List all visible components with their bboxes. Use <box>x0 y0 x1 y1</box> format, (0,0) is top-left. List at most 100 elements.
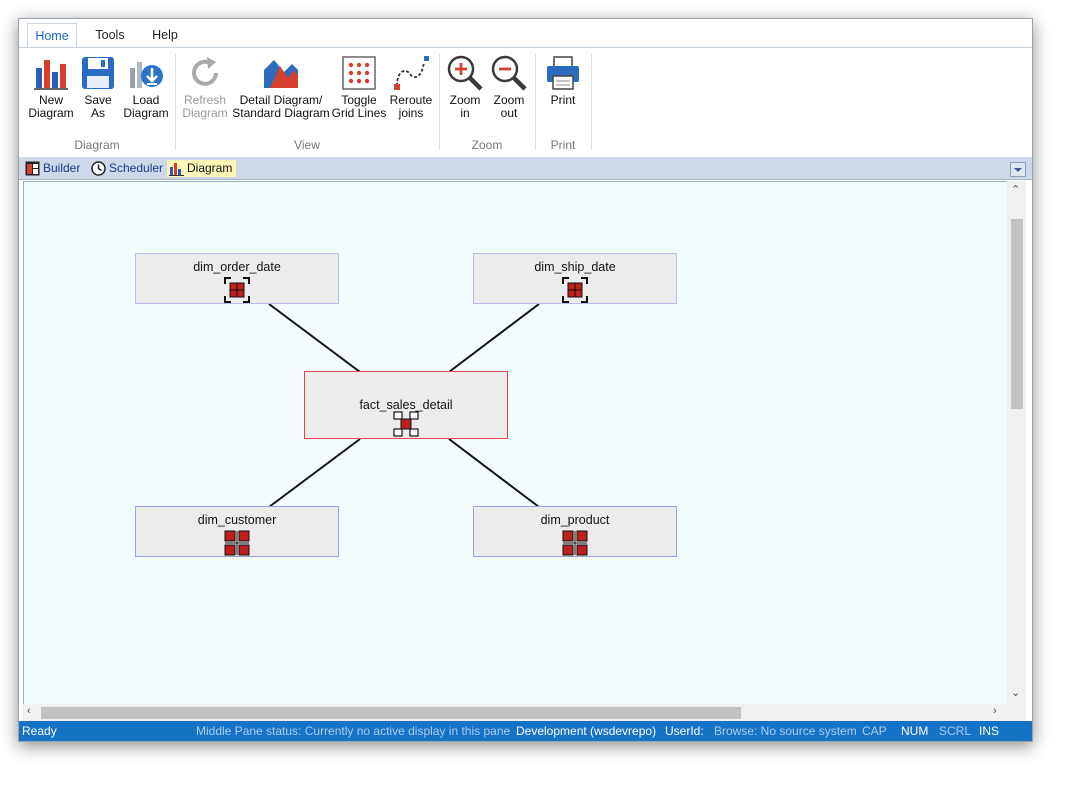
save-as-label-2: As <box>90 106 105 120</box>
join-line-ship-date[interactable] <box>448 303 540 373</box>
fact-table-icon <box>393 411 419 437</box>
tabs-dropdown-button[interactable] <box>1010 162 1026 177</box>
vertical-scrollbar[interactable]: ⌃ ⌄ <box>1007 181 1026 721</box>
refresh-diagram-button[interactable]: Refresh Diagram <box>179 54 231 120</box>
zoom-out-icon <box>491 55 527 91</box>
group-label-print: Print <box>550 138 576 152</box>
status-environment: Development (wsdevrepo) <box>516 724 657 738</box>
doc-tab-diagram[interactable]: Diagram <box>167 160 237 177</box>
reroute-label-1: Reroute <box>389 93 433 107</box>
status-num: NUM <box>901 724 929 738</box>
dimension-entity-icon <box>224 530 250 556</box>
print-button[interactable]: Print <box>539 54 587 107</box>
grid-icon <box>342 56 376 90</box>
status-browse: Browse: No source system <box>714 724 857 738</box>
diagram-chart-icon <box>169 163 184 176</box>
detail-diagram-label-2: Standard Diagram <box>232 106 330 120</box>
refresh-icon <box>192 57 218 86</box>
scroll-up-icon[interactable]: ⌃ <box>1011 183 1020 196</box>
reroute-label-2: joins <box>398 106 424 120</box>
detail-diagram-label-1: Detail Diagram/ <box>239 93 323 107</box>
new-diagram-icon <box>34 60 68 90</box>
refresh-label-2: Diagram <box>182 106 228 120</box>
load-diagram-icon <box>130 62 163 88</box>
table-node-dim-product[interactable]: dim_product <box>473 506 677 557</box>
node-label: dim_customer <box>197 513 277 527</box>
status-userid: UserId: <box>665 724 704 738</box>
status-middle-pane: Middle Pane status: Currently no active … <box>196 724 511 738</box>
load-diagram-button[interactable]: Load Diagram <box>119 54 173 120</box>
doc-tab-builder-label: Builder <box>43 161 81 175</box>
printer-icon <box>547 56 579 90</box>
load-diagram-label-2: Diagram <box>123 106 169 120</box>
group-separator <box>591 54 592 150</box>
scroll-down-icon[interactable]: ⌄ <box>1011 686 1020 699</box>
ribbon-tabs: Home Tools Help <box>19 19 1032 48</box>
refresh-label-1: Refresh <box>183 93 227 107</box>
status-cap: CAP <box>862 724 887 738</box>
print-label: Print <box>550 93 576 107</box>
zoom-in-icon <box>447 55 483 91</box>
toggle-grid-label-2: Grid Lines <box>331 106 387 120</box>
save-as-button[interactable]: Save As <box>77 54 119 120</box>
scroll-right-icon[interactable]: › <box>993 705 997 717</box>
scroll-left-icon[interactable]: ‹ <box>27 705 31 717</box>
group-label-diagram: Diagram <box>74 138 120 152</box>
join-line-product[interactable] <box>448 438 540 508</box>
group-label-view: View <box>294 138 320 152</box>
table-node-dim-order-date[interactable]: dim_order_date <box>135 253 339 304</box>
table-node-dim-ship-date[interactable]: dim_ship_date <box>473 253 677 304</box>
reroute-joins-button[interactable]: Reroute joins <box>387 54 435 120</box>
status-ins: INS <box>979 724 1000 738</box>
node-label: dim_ship_date <box>534 260 616 274</box>
zoom-in-label-2: in <box>460 106 470 120</box>
group-separator <box>175 54 176 150</box>
toggle-grid-label-1: Toggle <box>341 93 377 107</box>
new-diagram-label-1: New <box>38 93 63 107</box>
zoom-out-button[interactable]: Zoom out <box>487 54 531 120</box>
table-node-fact-sales-detail[interactable]: fact_sales_detail <box>304 371 508 439</box>
status-bar: Ready Middle Pane status: Currently no a… <box>19 721 1032 741</box>
detail-diagram-icon <box>264 60 298 88</box>
dimension-table-icon <box>224 277 250 303</box>
zoom-in-label-1: Zoom <box>449 93 481 107</box>
new-diagram-button[interactable]: New Diagram <box>25 54 77 120</box>
node-label: dim_product <box>540 513 610 527</box>
table-node-dim-customer[interactable]: dim_customer <box>135 506 339 557</box>
clock-icon <box>91 161 106 176</box>
toggle-grid-lines-button[interactable]: Toggle Grid Lines <box>331 54 387 120</box>
status-ready: Ready <box>22 724 57 738</box>
detail-diagram-button[interactable]: Detail Diagram/ Standard Diagram <box>231 54 331 120</box>
save-icon <box>82 57 114 89</box>
node-label: dim_order_date <box>193 260 281 274</box>
tab-tools[interactable]: Tools <box>89 23 131 47</box>
group-label-zoom: Zoom <box>471 138 503 152</box>
horizontal-scroll-thumb[interactable] <box>41 707 741 719</box>
reroute-icon <box>394 56 429 90</box>
group-separator <box>439 54 440 150</box>
doc-tab-scheduler[interactable]: Scheduler <box>89 160 163 177</box>
join-line-customer[interactable] <box>268 438 361 508</box>
new-diagram-label-2: Diagram <box>28 106 74 120</box>
horizontal-scrollbar[interactable]: ‹ › <box>23 704 1007 721</box>
doc-tab-diagram-label: Diagram <box>187 161 233 175</box>
document-tabs: Builder Scheduler Diagram <box>19 157 1032 180</box>
load-diagram-label-1: Load <box>132 93 160 107</box>
app-window: Home Tools Help New Diagram Save As Load… <box>18 18 1033 742</box>
dimension-entity-icon <box>562 530 588 556</box>
status-scrl: SCRL <box>939 724 972 738</box>
vertical-scroll-thumb[interactable] <box>1011 219 1023 409</box>
chevron-down-icon <box>1014 168 1022 172</box>
dimension-table-icon <box>562 277 588 303</box>
tab-home[interactable]: Home <box>27 23 77 48</box>
ribbon: New Diagram Save As Load Diagram Diagram… <box>19 47 1032 158</box>
diagram-canvas[interactable]: dim_order_date dim_ship_date fact_sales_… <box>23 181 1009 706</box>
join-line-order-date[interactable] <box>268 303 361 373</box>
zoom-out-label-1: Zoom <box>493 93 525 107</box>
group-separator <box>535 54 536 150</box>
zoom-in-button[interactable]: Zoom in <box>443 54 487 120</box>
zoom-out-label-2: out <box>500 106 518 120</box>
doc-tab-builder[interactable]: Builder <box>23 160 80 177</box>
doc-tab-scheduler-label: Scheduler <box>109 161 164 175</box>
tab-help[interactable]: Help <box>145 23 185 47</box>
